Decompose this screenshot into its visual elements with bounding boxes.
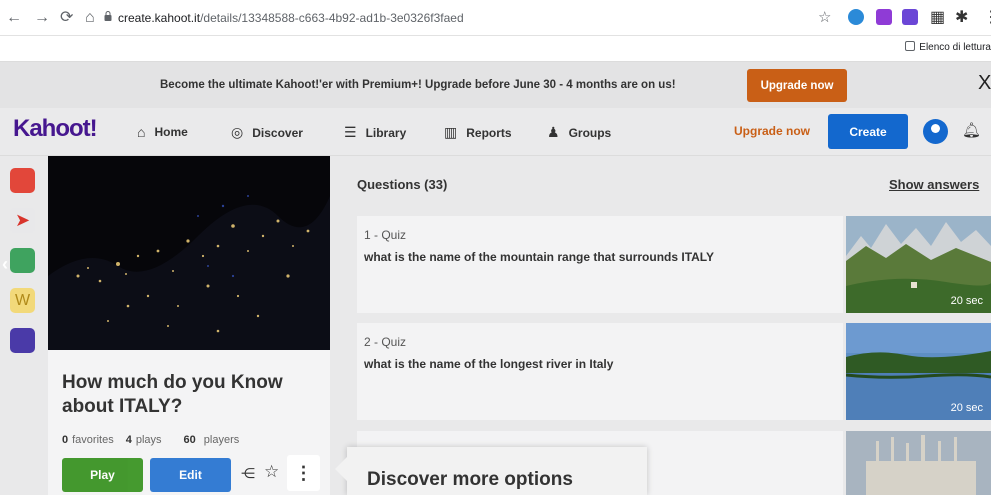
question-card[interactable]: 2 - Quiz what is the name of the longest… [357,323,843,420]
night-map-image [48,156,330,350]
bookmark-star-icon[interactable]: ☆ [818,9,831,27]
question-type: 2 - Quiz [364,335,407,349]
nav-label: Reports [466,125,512,140]
share-icon[interactable]: ⋲ [241,465,255,482]
nav-label: Groups [568,125,612,140]
reading-list-icon [905,41,916,51]
nav-item-home[interactable]: ⌂ Home [137,124,188,140]
lock-icon [104,11,112,21]
extension-icon[interactable] [848,9,864,25]
question-time: 20 sec [950,402,983,414]
discover-options-tooltip: Discover more options [335,447,647,495]
browser-window: ← → ⟳ ⌂ create.kahoot.it/details/1334858… [0,0,991,495]
list-icon: ☰ [344,124,357,140]
create-button[interactable]: Create [828,114,908,149]
close-icon[interactable]: X [978,72,991,95]
questions-header: Questions (33) [357,177,448,192]
players-count: 60 [183,434,196,446]
question-image-mountains: 20 sec [846,216,991,313]
play-button[interactable]: Play [62,458,143,492]
upgrade-link[interactable]: Upgrade now [734,124,810,138]
question-text: what is the name of the mountain range t… [364,250,715,264]
url-field[interactable]: create.kahoot.it/details/13348588-c663-4… [118,11,464,25]
players-label: players [203,434,240,446]
home-icon[interactable]: ⌂ [85,9,95,27]
chart-icon: ▥ [444,124,458,140]
bell-icon[interactable]: 🔔︎ [962,121,981,139]
reading-list[interactable]: Elenco di lettura [905,41,991,53]
reading-list-label: Elenco di lettura [919,42,991,53]
kahoot-stats: 0 favorites 4 plays 60 players [62,434,239,446]
avatar[interactable] [923,119,948,144]
question-card[interactable]: 1 - Quiz what is the name of the mountai… [357,216,843,313]
forward-icon[interactable]: → [34,9,50,27]
back-icon[interactable]: ← [6,9,22,27]
address-bar-row: ← → ⟳ ⌂ create.kahoot.it/details/1334858… [0,0,991,36]
home-icon: ⌂ [137,124,146,140]
more-options-button[interactable]: ⋮ [287,455,320,491]
extension-icon[interactable] [876,9,892,25]
cover-image [48,156,330,350]
favorites-label: favorites [72,434,114,446]
nav-label: Library [365,125,407,140]
promo-text: Become the ultimate Kahoot!'er with Prem… [160,79,676,91]
nav-item-discover[interactable]: ◎ Discover [231,124,303,141]
nav-label: Home [154,125,188,139]
rail-app-icon[interactable] [10,248,35,273]
puzzle-icon[interactable]: ✱ [955,9,968,27]
edit-button[interactable]: Edit [150,458,231,492]
favorite-star-icon[interactable]: ☆ [264,462,279,482]
nav-item-reports[interactable]: ▥ Reports [444,124,512,141]
bookmarks-bar: Elenco di lettura [0,36,991,62]
favorites-count: 0 [62,434,69,446]
plays-count: 4 [125,434,132,446]
group-icon: ♟ [547,124,560,140]
chevron-left-icon[interactable]: ‹ [2,254,8,275]
question-text: what is the name of the longest river in… [364,357,614,371]
kahoot-title: How much do you Know about ITALY? [62,372,283,417]
extension-icon[interactable] [902,9,918,25]
promo-upgrade-button[interactable]: Upgrade now [747,69,847,102]
rail-app-icon[interactable]: ➤ [10,208,35,233]
question-image-cathedral [846,431,991,495]
show-answers-link[interactable]: Show answers [889,177,979,192]
rail-app-icon[interactable] [10,168,35,193]
rail-app-icon[interactable]: W [10,288,35,313]
compass-icon: ◎ [231,124,244,140]
rail-app-icon[interactable] [10,328,35,353]
question-type: 1 - Quiz [364,228,407,242]
nav-item-groups[interactable]: ♟ Groups [547,124,611,141]
nav-item-library[interactable]: ☰ Library [344,124,406,141]
plays-label: plays [135,434,162,446]
kahoot-logo[interactable]: Kahoot! [13,115,98,143]
tooltip-text: Discover more options [367,469,573,490]
nav-label: Discover [252,125,303,140]
menu-icon[interactable]: ⋮ [983,9,991,27]
question-image-river: 20 sec [846,323,991,420]
grid-icon[interactable]: ▦ [930,9,945,27]
cathedral-image [846,431,991,495]
question-time: 20 sec [950,295,983,307]
reload-icon[interactable]: ⟳ [60,9,73,27]
